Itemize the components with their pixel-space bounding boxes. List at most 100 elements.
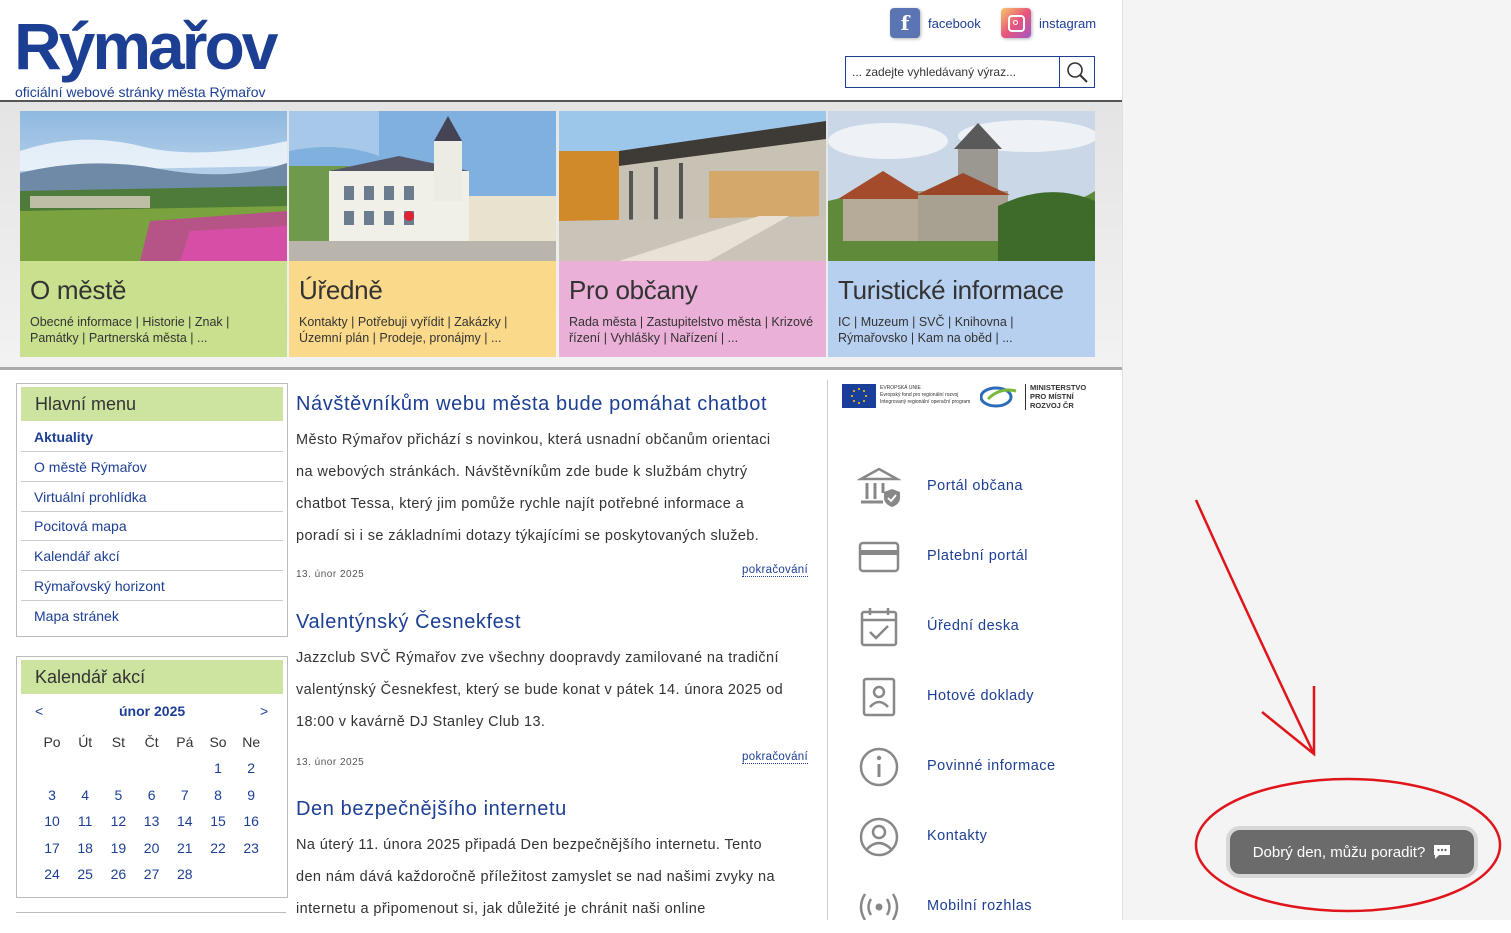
tile-links[interactable]: Obecné informace | Historie | Znak | Pam… (30, 314, 277, 346)
ministry-text-2: PRO MÍSTNÍ (1030, 392, 1074, 401)
calendar-weekday: Ne (242, 734, 261, 750)
article-line: poradí si i se základními dotazy týkajíc… (296, 528, 760, 544)
calendar-day[interactable]: 12 (102, 813, 134, 829)
calendar-weekday: St (111, 734, 125, 750)
service-povinne-informace[interactable]: Povinné informace (857, 745, 1107, 789)
menu-item-kalendar-akci[interactable]: Kalendář akcí (21, 542, 283, 571)
facebook-link[interactable]: f facebook (890, 8, 981, 38)
article-title[interactable]: Návštěvníkům webu města bude pomáhat cha… (296, 393, 808, 416)
calendar-day[interactable]: 1 (202, 760, 234, 776)
calendar-day[interactable]: 3 (36, 787, 68, 803)
calendar-day[interactable]: 7 (169, 787, 201, 803)
calendar-day[interactable]: 27 (136, 866, 168, 882)
tile-title[interactable]: Turistické informace (838, 275, 1085, 306)
read-more-link[interactable]: pokračování (742, 751, 808, 764)
calendar-day[interactable]: 13 (136, 813, 168, 829)
calendar-day[interactable]: 21 (169, 840, 201, 856)
tile-title[interactable]: Úředně (299, 275, 546, 306)
article-line: Město Rýmařov přichází s novinkou, která… (296, 432, 771, 448)
tile-title[interactable]: O městě (30, 275, 277, 306)
chatbot-launcher[interactable]: Dobrý den, můžu poradit? (1226, 826, 1478, 878)
tile-o-meste[interactable]: O městě Obecné informace | Historie | Zn… (20, 111, 287, 357)
service-label[interactable]: Povinné informace (927, 758, 1056, 774)
calendar-day[interactable]: 9 (235, 787, 267, 803)
calendar-day[interactable]: 18 (69, 840, 101, 856)
eu-text-2: Evropský fond pro regionální rozvoj (880, 392, 959, 398)
service-portal-obcana[interactable]: Portál občana (857, 465, 1107, 509)
calendar-day[interactable]: 8 (202, 787, 234, 803)
calendar-day[interactable]: 4 (69, 787, 101, 803)
calendar-day[interactable]: 5 (102, 787, 134, 803)
service-hotove-doklady[interactable]: Hotové doklady (857, 675, 1107, 719)
menu-item-pocitova-mapa[interactable]: Pocitová mapa (21, 512, 283, 541)
calendar-prev-button[interactable]: < (35, 703, 43, 719)
info-icon (859, 747, 899, 787)
calendar-day[interactable]: 24 (36, 866, 68, 882)
calendar-day[interactable]: 2 (235, 760, 267, 776)
facebook-icon: f (890, 8, 920, 38)
tile-turisticke-informace[interactable]: Turistické informace IC | Muzeum | SVČ |… (828, 111, 1095, 357)
service-label[interactable]: Mobilní rozhlas (927, 898, 1032, 914)
article-title[interactable]: Den bezpečnějšího internetu (296, 798, 808, 821)
calendar-day[interactable]: 11 (69, 813, 101, 829)
read-more-link[interactable]: pokračování (742, 564, 808, 577)
broadcast-icon (859, 893, 899, 920)
calendar-next-button[interactable]: > (260, 703, 268, 719)
tile-caption: Úředně Kontakty | Potřebuji vyřídit | Za… (289, 261, 556, 357)
event-calendar: Kalendář akcí < únor 2025 > Po Út St Čt Pá So… (16, 656, 288, 898)
service-uredni-deska[interactable]: Úřední deska (857, 605, 1107, 649)
facebook-label: facebook (928, 15, 981, 31)
search-button[interactable] (1058, 57, 1094, 87)
instagram-link[interactable]: instagram (1001, 8, 1096, 38)
menu-item-o-meste[interactable]: O městě Rýmařov (21, 453, 283, 482)
menu-item-rymarovsky-horizont[interactable]: Rýmařovský horizont (21, 572, 283, 601)
calendar-day[interactable]: 14 (169, 813, 201, 829)
menu-item-mapa-stranek[interactable]: Mapa stránek (21, 602, 283, 631)
service-label[interactable]: Kontakty (927, 828, 987, 844)
service-kontakty[interactable]: Kontakty (857, 815, 1107, 859)
service-label[interactable]: Portál občana (927, 478, 1023, 494)
logo-subtitle: oficiální webové stránky města Rýmařov (15, 84, 266, 100)
service-label[interactable]: Hotové doklady (927, 688, 1034, 704)
service-label[interactable]: Platební portál (927, 548, 1028, 564)
eu-text-3: Integrovaný regionální operační program (880, 399, 971, 405)
calendar-month: únor 2025 (119, 703, 186, 719)
service-mobilni-rozhlas[interactable]: Mobilní rozhlas (857, 885, 1107, 920)
calendar-day[interactable]: 23 (235, 840, 267, 856)
building-shield-icon (857, 467, 901, 507)
calendar-day[interactable]: 28 (169, 866, 201, 882)
calendar-day[interactable]: 6 (136, 787, 168, 803)
calendar-day[interactable]: 20 (136, 840, 168, 856)
calendar-weekday: Po (43, 734, 61, 750)
tile-photo-townhall (289, 111, 556, 261)
tile-title[interactable]: Pro občany (569, 275, 816, 306)
right-blank-area (1122, 0, 1511, 920)
tile-pro-obcany[interactable]: Pro občany Rada města | Zastupitelstvo m… (559, 111, 826, 357)
calendar-day[interactable]: 15 (202, 813, 234, 829)
calendar-day[interactable]: 16 (235, 813, 267, 829)
menu-item-virtualni-prohlidka[interactable]: Virtuální prohlídka (21, 483, 283, 512)
calendar-weekday: Čt (144, 734, 159, 750)
menu-item-aktuality[interactable]: Aktuality (21, 423, 283, 452)
calendar-day[interactable]: 22 (202, 840, 234, 856)
calendar-day[interactable]: 17 (36, 840, 68, 856)
tile-links[interactable]: Rada města | Zastupitelstvo města | Kriz… (569, 314, 816, 346)
tile-photo-castle (828, 111, 1095, 261)
service-platebni-portal[interactable]: Platební portál (857, 535, 1107, 579)
calendar-day[interactable]: 19 (102, 840, 134, 856)
calendar-day[interactable]: 10 (36, 813, 68, 829)
tile-links[interactable]: IC | Muzeum | SVČ | Knihovna | Rýmařovsk… (838, 314, 1085, 346)
calendar-day[interactable]: 25 (69, 866, 101, 882)
article-line: Jazzclub SVČ Rýmařov zve všechny dooprav… (296, 650, 779, 666)
calendar-check-icon (860, 608, 898, 647)
article-title[interactable]: Valentýnský Česnekfest (296, 611, 808, 634)
site-logo[interactable]: Rýmařov oficiální webové stránky města R… (14, 6, 304, 101)
tile-links[interactable]: Kontakty | Potřebuji vyřídit | Zakázky |… (299, 314, 546, 346)
service-label[interactable]: Úřední deska (927, 618, 1019, 634)
tile-uredne[interactable]: Úředně Kontakty | Potřebuji vyřídit | Za… (289, 111, 556, 357)
calendar-day[interactable]: 26 (102, 866, 134, 882)
instagram-label: instagram (1039, 15, 1097, 31)
article-line: chatbot Tessa, který jim pomůže rychle n… (296, 496, 745, 512)
ministry-text-3: ROZVOJ ČR (1030, 401, 1074, 410)
search-input[interactable] (846, 57, 1059, 87)
